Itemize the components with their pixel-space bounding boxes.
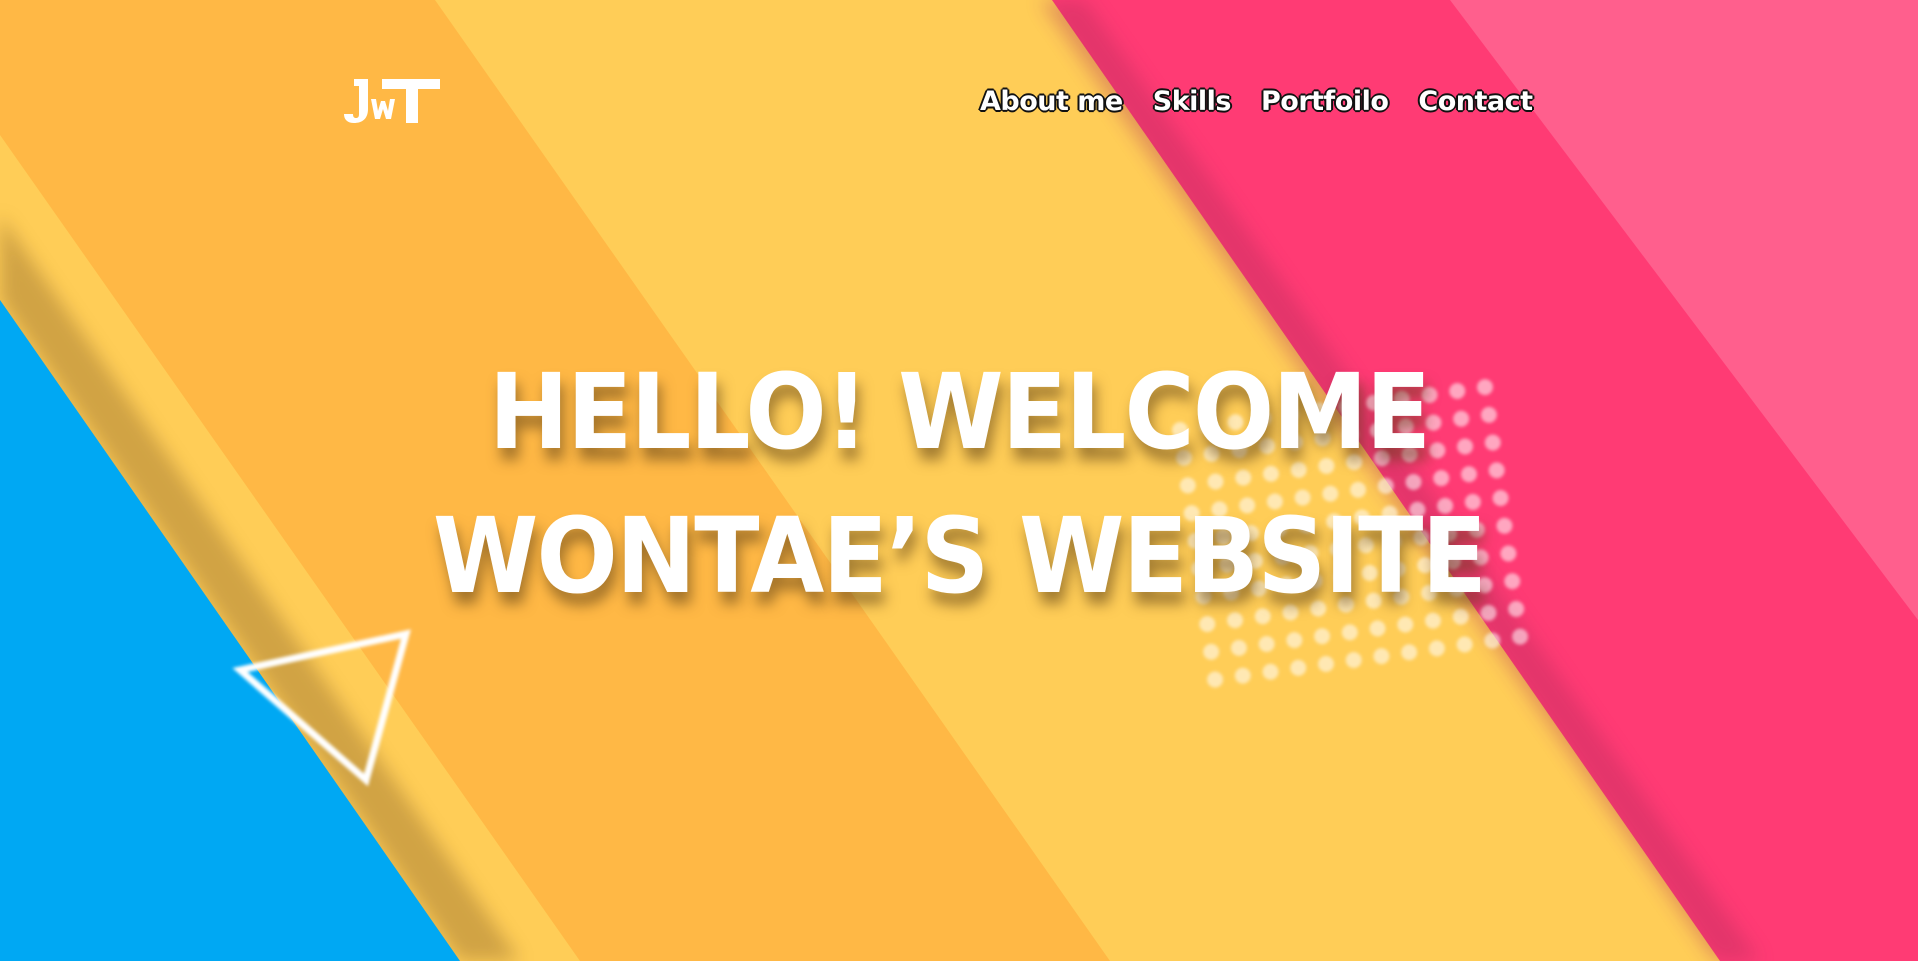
nav-contact[interactable]: Contact xyxy=(1418,86,1533,117)
jwt-logo-icon[interactable] xyxy=(344,77,442,125)
hero-section: About me Skills Portfoilo Contact HELLO!… xyxy=(0,0,1918,961)
hero-headline: HELLO! WELCOME WONTAE’S WEBSITE xyxy=(77,340,1842,628)
nav-about-me[interactable]: About me xyxy=(980,86,1123,117)
nav-portfolio[interactable]: Portfoilo xyxy=(1261,86,1389,117)
hero-headline-line-1: HELLO! WELCOME xyxy=(488,351,1431,473)
hero-headline-line-2: WONTAE’S WEBSITE xyxy=(432,495,1487,617)
nav-skills[interactable]: Skills xyxy=(1153,86,1232,117)
site-header: About me Skills Portfoilo Contact xyxy=(0,0,1918,220)
main-nav: About me Skills Portfoilo Contact xyxy=(980,86,1533,117)
